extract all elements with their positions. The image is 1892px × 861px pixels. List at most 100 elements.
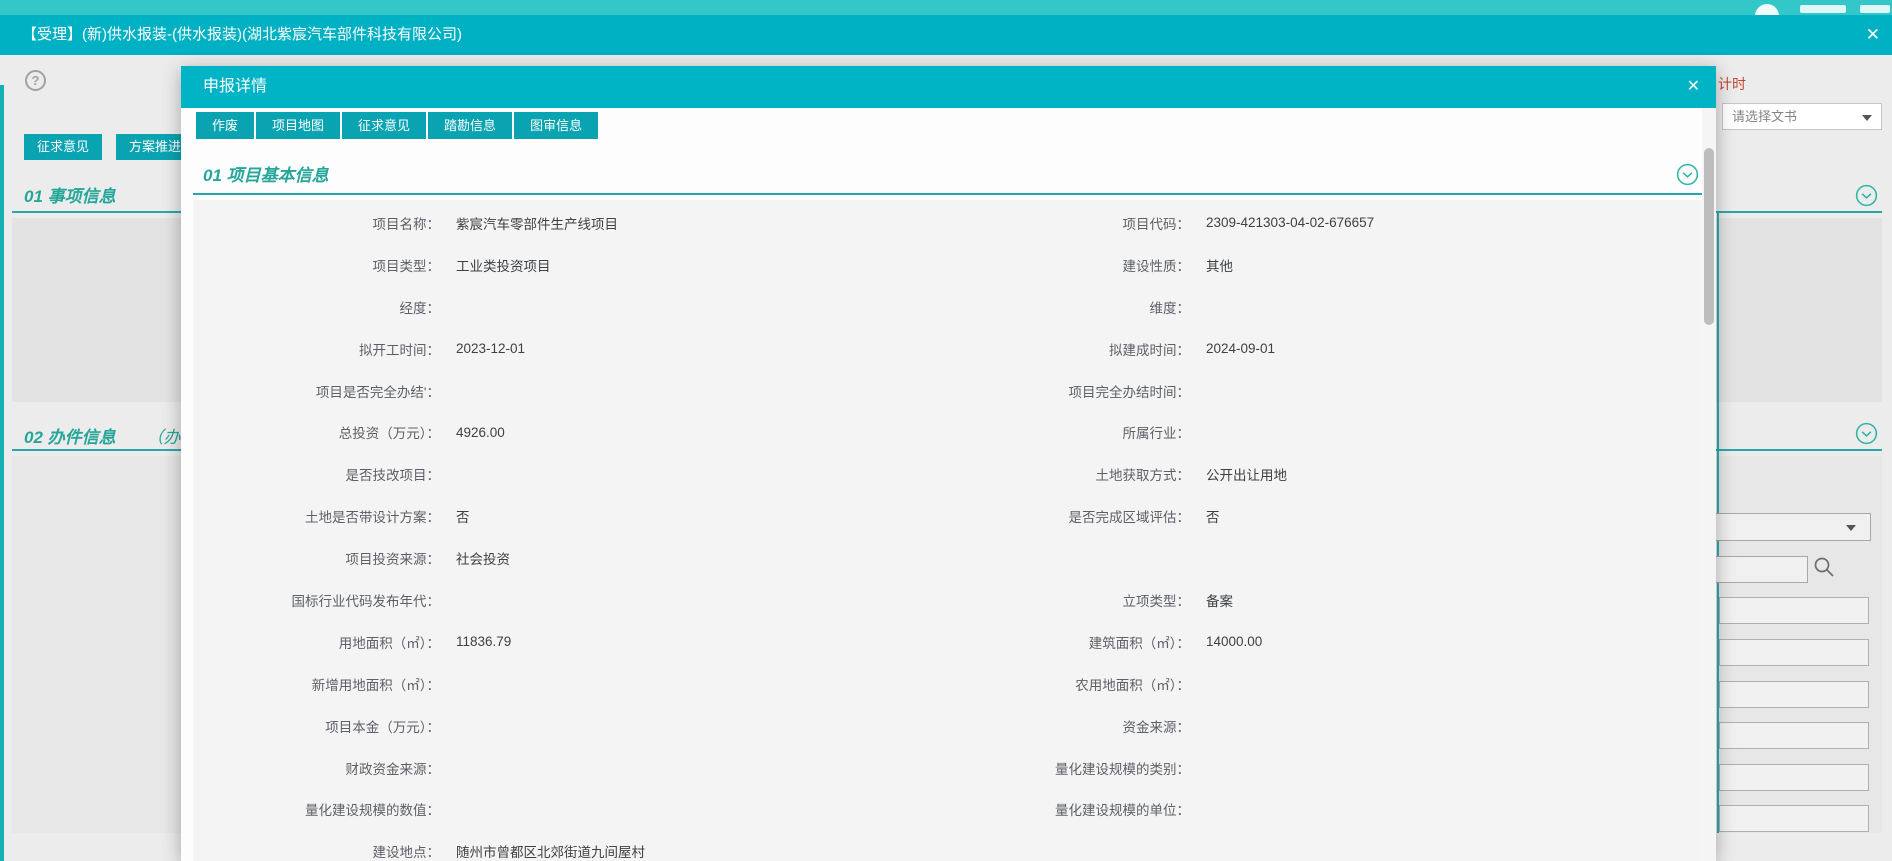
chevron-down-icon[interactable] [1676,163,1699,186]
modal-tab[interactable]: 征求意见 [342,112,426,139]
form-cell-right: 维度： [943,297,1688,317]
consult-opinion-button[interactable]: 征求意见 [24,134,102,160]
background-field[interactable] [1719,639,1869,666]
form-row: 项目本金（万元）： 资金来源： [193,705,1702,747]
form-row: 项目是否完全办结'： 项目完全办结时间： [193,370,1702,412]
form-cell-right: 立项类型： 备案 [943,590,1688,610]
form-cell-left: 国标行业代码发布年代： [193,590,943,610]
field-value: 14000.00 [1206,634,1262,649]
form-cell-left: 总投资（万元）： 4926.00 [193,422,943,442]
field-label: 拟建成时间： [943,339,1190,359]
modal-tab[interactable]: 图审信息 [514,112,598,139]
field-value: 社会投资 [456,548,510,568]
chevron-down-icon[interactable] [1855,184,1878,207]
form-cell-right: 项目代码： 2309-421303-04-02-676657 [943,213,1688,233]
field-label: 维度： [943,297,1190,317]
field-label: 建筑面积（㎡）： [943,632,1190,652]
form-cell-left: 拟开工时间： 2023-12-01 [193,339,943,359]
modal-header: 申报详情 ✕ [181,66,1716,108]
section-label: 项目基本信息 [227,166,329,185]
form-cell-left: 经度： [193,297,943,317]
section-label: 事项信息 [48,187,116,206]
field-label: 土地是否带设计方案： [193,506,440,526]
section-label-suffix: （办 [146,428,180,447]
form-cell-right: 所属行业： [943,422,1688,442]
section-number: 01 [24,187,43,206]
section-number: 01 [203,166,222,185]
field-label: 总投资（万元）： [193,422,440,442]
window-close-icon[interactable]: ✕ [1866,15,1880,55]
field-label: 用地面积（㎡）： [193,632,440,652]
form-cell-left: 用地面积（㎡）： 11836.79 [193,632,943,652]
form-row: 建设地点： 随州市曾都区北郊街道九间屋村 [193,830,1702,861]
field-label: 财政资金来源： [193,758,440,778]
background-field[interactable] [1719,722,1869,749]
avatar[interactable] [1755,4,1779,15]
caret-down-icon [1846,525,1856,531]
field-label: 所属行业： [943,422,1190,442]
form-row: 项目类型： 工业类投资项目 建设性质： 其他 [193,244,1702,286]
background-field[interactable] [1719,597,1869,624]
form-cell-right: 量化建设规模的单位： [943,799,1688,819]
modal-scrollbar[interactable] [1702,108,1716,861]
form-cell-right: 建筑面积（㎡）： 14000.00 [943,632,1688,652]
background-field[interactable] [1719,805,1869,832]
form-row: 项目投资来源： 社会投资 [193,537,1702,579]
field-value: 随州市曾都区北郊街道九间屋村 [456,841,645,861]
search-icon[interactable] [1812,555,1836,579]
background-field[interactable] [1719,681,1869,708]
form-cell-right: 土地获取方式： 公开出让用地 [943,464,1688,484]
chevron-down-icon[interactable] [1855,422,1878,445]
field-label: 量化建设规模的单位： [943,799,1190,819]
modal-section-divider [193,193,1702,195]
form-cell-left: 土地是否带设计方案： 否 [193,506,943,526]
modal-tab[interactable]: 作废 [196,112,254,139]
form-row: 量化建设规模的数值： 量化建设规模的单位： [193,788,1702,830]
background-field[interactable] [1719,764,1869,791]
form-cell-right: 农用地面积（㎡）： [943,674,1688,694]
form-row: 经度： 维度： [193,286,1702,328]
screen: 【受理】(新)供水报装-(供水报装)(湖北紫宸汽车部件科技有限公司) ✕ ? 征… [0,0,1892,861]
field-label: 是否技改项目： [193,464,440,484]
field-value: 2309-421303-04-02-676657 [1206,215,1374,230]
field-label: 项目本金（万元）： [193,716,440,736]
modal-scrollbar-thumb[interactable] [1704,148,1714,325]
top-strip-text-fragment [1800,5,1846,13]
document-select[interactable]: 请选择文书 [1722,103,1882,130]
field-label: 建设性质： [943,255,1190,275]
field-label: 量化建设规模的类别： [943,758,1190,778]
form-cell-right: 是否完成区域评估： 否 [943,506,1688,526]
form-cell-left: 项目类型： 工业类投资项目 [193,255,943,275]
form-rows: 项目名称： 紫宸汽车零部件生产线项目 项目代码： 2309-421303-04-… [193,200,1702,861]
section-title-matter-info: 01 事项信息 [24,182,116,207]
form-cell-right: 拟建成时间： 2024-09-01 [943,339,1688,359]
field-value: 备案 [1206,590,1233,610]
top-strip [0,0,1892,15]
left-accent-bar [0,85,4,861]
form-cell-left: 项目是否完全办结'： [193,381,943,401]
field-value: 4926.00 [456,425,505,440]
field-label: 项目类型： [193,255,440,275]
field-label: 拟开工时间： [193,339,440,359]
field-label: 经度： [193,297,440,317]
field-label: 新增用地面积（㎡）： [193,674,440,694]
field-label: 资金来源： [943,716,1190,736]
help-icon[interactable]: ? [25,70,46,91]
field-value: 11836.79 [456,634,511,649]
window-title: 【受理】(新)供水报装-(供水报装)(湖北紫宸汽车部件科技有限公司) [22,15,462,55]
modal-tab[interactable]: 项目地图 [256,112,340,139]
field-value: 公开出让用地 [1206,464,1287,484]
project-basic-info-panel: 项目名称： 紫宸汽车零部件生产线项目 项目代码： 2309-421303-04-… [193,200,1702,861]
field-label: 立项类型： [943,590,1190,610]
form-row: 拟开工时间： 2023-12-01 拟建成时间： 2024-09-01 [193,328,1702,370]
form-cell-left: 项目投资来源： 社会投资 [193,548,943,568]
field-value: 2024-09-01 [1206,341,1275,356]
form-cell-left: 项目名称： 紫宸汽车零部件生产线项目 [193,213,943,233]
field-label: 量化建设规模的数值： [193,799,440,819]
form-cell-left: 项目本金（万元）： [193,716,943,736]
field-label: 项目代码： [943,213,1190,233]
form-row: 总投资（万元）： 4926.00 所属行业： [193,411,1702,453]
modal-section-heading: 01 项目基本信息 [203,161,329,186]
modal-tab[interactable]: 踏勘信息 [428,112,512,139]
modal-close-icon[interactable]: ✕ [1687,66,1700,108]
